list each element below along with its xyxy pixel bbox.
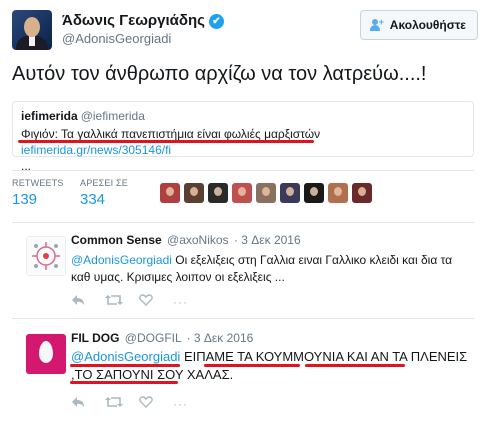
- reply-icon[interactable]: [71, 396, 105, 411]
- card-body: Φιγιόν: Τα γαλλικά πανεπιστήμια είναι φω…: [21, 126, 471, 174]
- headline-underline: [18, 140, 314, 143]
- liker-avatar-2[interactable]: [184, 183, 204, 203]
- reply-author-handle[interactable]: @axoNikos: [167, 233, 229, 247]
- liker-avatar-8[interactable]: [328, 183, 348, 203]
- reply-item[interactable]: Common Sense @axoNikos · 3 Δεκ 2016 @Ado…: [12, 230, 478, 316]
- card-source: iefimerida @iefimerida: [21, 109, 145, 123]
- follow-button-label: Ακολουθήστε: [389, 18, 466, 32]
- egg-avatar-icon: [26, 334, 66, 374]
- reply-actions: ···: [71, 396, 207, 411]
- reply-text: @AdonisGeorgiadi Οι εξελιξεις στη Γαλλια…: [71, 252, 471, 286]
- card-link[interactable]: iefimerida.gr/news/305146/fi: [21, 143, 171, 157]
- reply-mention[interactable]: @AdonisGeorgiadi: [71, 349, 180, 364]
- author-name-row[interactable]: Άδωνις Γεωργιάδης ✔: [62, 12, 224, 29]
- reply-author-name[interactable]: Common Sense: [71, 233, 162, 247]
- liker-avatar-1[interactable]: [160, 183, 180, 203]
- reply-meta: FIL DOG @DOGFIL · 3 Δεκ 2016: [71, 331, 253, 345]
- likers-avatars: [160, 183, 376, 203]
- reply-avatar[interactable]: [26, 334, 66, 374]
- tweet-text: Αυτόν τον άνθρωπο αρχίζω να τον λατρεύω.…: [12, 63, 427, 85]
- liker-avatar-7[interactable]: [304, 183, 324, 203]
- retweet-icon[interactable]: [105, 294, 139, 309]
- liker-avatar-9[interactable]: [352, 183, 372, 203]
- reply-underline: [204, 364, 300, 367]
- reply-icon[interactable]: [71, 294, 105, 309]
- reply-actions: ···: [71, 294, 207, 309]
- reply-underline: [70, 381, 178, 384]
- author-name[interactable]: Άδωνις Γεωργιάδης: [62, 12, 205, 29]
- liker-avatar-5[interactable]: [256, 183, 276, 203]
- card-source-name: iefimerida: [21, 109, 78, 123]
- retweet-icon[interactable]: [105, 396, 139, 411]
- follow-button[interactable]: + Ακολουθήστε: [359, 10, 478, 40]
- reply-underline: [305, 364, 405, 367]
- retweets-label: RETWEETS: [12, 178, 64, 188]
- add-user-icon: +: [369, 17, 384, 31]
- retweets-count[interactable]: 139: [12, 191, 64, 208]
- more-icon[interactable]: ···: [173, 295, 207, 309]
- likes-label: ΑΡΕΣΕΙ ΣΕ: [80, 178, 128, 188]
- tweet-header: Άδωνις Γεωργιάδης ✔ @AdonisGeorgiadi + Ακ…: [12, 6, 478, 50]
- reply-item[interactable]: FIL DOG @DOGFIL · 3 Δεκ 2016 @AdonisGeor…: [12, 328, 478, 418]
- liker-avatar-3[interactable]: [208, 183, 228, 203]
- more-icon[interactable]: ···: [173, 397, 207, 411]
- reply-author-name[interactable]: FIL DOG: [71, 331, 119, 345]
- liker-avatar-6[interactable]: [280, 183, 300, 203]
- author-avatar[interactable]: [12, 10, 52, 50]
- reply-date[interactable]: · 3 Δεκ 2016: [187, 331, 254, 345]
- divider: [12, 222, 474, 223]
- reply-avatar[interactable]: [26, 236, 66, 276]
- common-sense-avatar-icon: [32, 242, 60, 270]
- like-icon[interactable]: [139, 396, 173, 411]
- divider: [12, 170, 474, 171]
- reply-mention[interactable]: @AdonisGeorgiadi: [71, 253, 172, 267]
- divider: [12, 318, 474, 319]
- card-source-handle: @iefimerida: [80, 109, 145, 123]
- card-headline: Φιγιόν: Τα γαλλικά πανεπιστήμια είναι φω…: [21, 127, 321, 141]
- like-icon[interactable]: [139, 294, 173, 309]
- author-handle[interactable]: @AdonisGeorgiadi: [62, 31, 171, 46]
- likes-stat[interactable]: ΑΡΕΣΕΙ ΣΕ 334: [80, 178, 128, 208]
- link-card[interactable]: iefimerida @iefimerida Φιγιόν: Τα γαλλικά…: [12, 101, 474, 173]
- retweets-stat[interactable]: RETWEETS 139: [12, 178, 64, 208]
- reply-meta: Common Sense @axoNikos · 3 Δεκ 2016: [71, 233, 301, 247]
- reply-date[interactable]: · 3 Δεκ 2016: [234, 233, 301, 247]
- reply-author-handle[interactable]: @DOGFIL: [125, 331, 181, 345]
- liker-avatar-4[interactable]: [232, 183, 252, 203]
- reply-underline: [70, 364, 180, 367]
- verified-badge-icon: ✔: [208, 13, 224, 29]
- likes-count[interactable]: 334: [80, 191, 128, 208]
